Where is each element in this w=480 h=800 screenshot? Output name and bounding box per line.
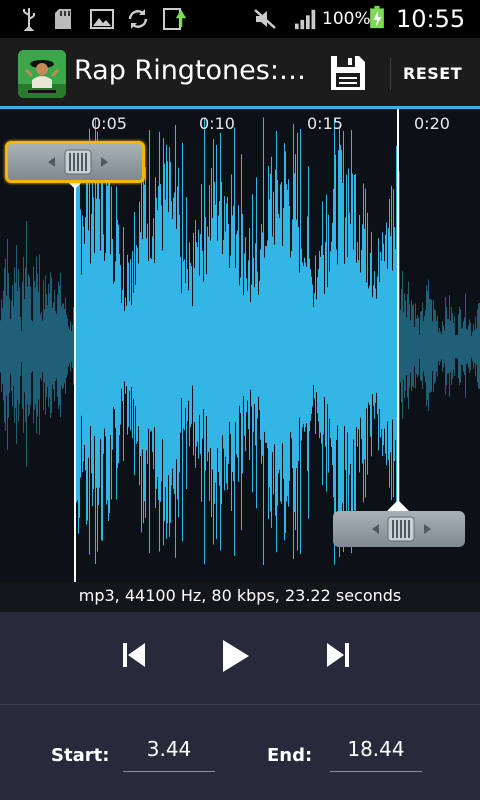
play-icon[interactable]: [221, 638, 251, 674]
end-input[interactable]: [330, 733, 422, 761]
image-icon: [90, 9, 114, 29]
clock: 10:55: [396, 5, 466, 33]
file-info: mp3, 44100 Hz, 80 kbps, 23.22 seconds: [78, 586, 402, 605]
sd-card-icon: [55, 9, 71, 29]
time-label-20s: 0:20: [414, 114, 450, 133]
usb-icon: [23, 8, 35, 31]
time-label-15s: 0:15: [307, 114, 343, 133]
start-label: Start:: [51, 745, 110, 766]
info-strip: mp3, 44100 Hz, 80 kbps, 23.22 seconds: [0, 582, 480, 612]
drag-handle-icon: [372, 516, 431, 542]
waveform-area[interactable]: 0:05 0:10 0:15 0:20: [0, 109, 480, 582]
playback-controls: [0, 612, 480, 704]
action-divider: [390, 58, 391, 90]
start-field[interactable]: [123, 733, 215, 772]
end-handle[interactable]: [333, 511, 465, 547]
status-bar: 100% 10:55: [0, 0, 480, 38]
app-title: Rap Ringtones:…: [74, 55, 306, 86]
download-icon: [163, 8, 186, 30]
end-marker: [397, 109, 399, 529]
start-input[interactable]: [123, 733, 215, 761]
end-field[interactable]: [330, 733, 422, 772]
skip-back-icon[interactable]: [121, 640, 147, 670]
drag-handle-icon: [48, 149, 108, 175]
battery-percent: 100%: [322, 9, 371, 29]
time-label-5s: 0:05: [91, 114, 127, 133]
signal-icon: [294, 9, 316, 30]
start-marker: [74, 179, 76, 582]
start-handle[interactable]: [5, 141, 145, 183]
save-floppy-icon[interactable]: [328, 53, 368, 93]
skip-forward-icon[interactable]: [325, 640, 351, 670]
action-bar: Rap Ringtones:… RESET: [0, 38, 480, 109]
rapper-app-icon[interactable]: [18, 50, 66, 98]
end-label: End:: [267, 745, 313, 766]
sync-icon: [128, 9, 148, 29]
range-panel: Start: End:: [0, 705, 480, 800]
reset-button[interactable]: RESET: [403, 64, 462, 83]
mute-icon: [254, 9, 276, 29]
time-label-10s: 0:10: [199, 114, 235, 133]
battery-charging-icon: [370, 5, 384, 29]
